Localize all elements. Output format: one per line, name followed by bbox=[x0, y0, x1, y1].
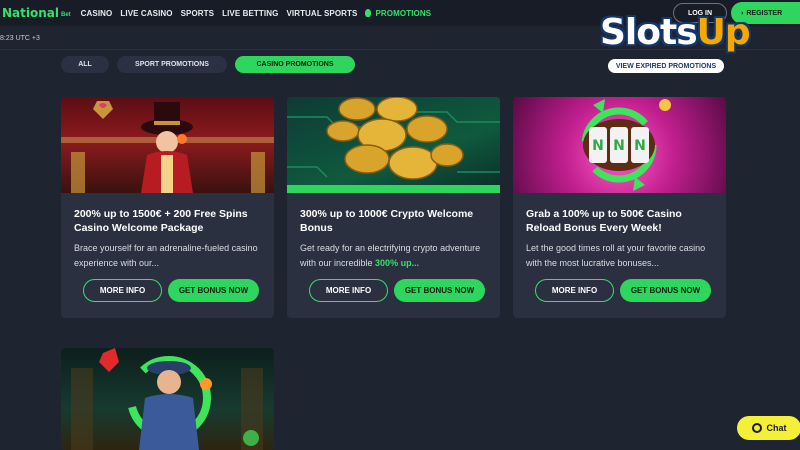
card-description: Get ready for an electrifying crypto adv… bbox=[300, 241, 492, 271]
nav-sports[interactable]: SPORTS bbox=[181, 9, 215, 18]
chat-label: Chat bbox=[766, 423, 787, 433]
nav-live-betting[interactable]: LIVE BETTING bbox=[222, 9, 278, 18]
svg-text:N: N bbox=[613, 138, 625, 154]
brand-logo[interactable]: National Bet bbox=[2, 6, 71, 20]
promo-image-fourth bbox=[61, 348, 274, 450]
card-description-text: Brace yourself for an adrenaline-fueled … bbox=[74, 243, 258, 268]
nav-promotions[interactable]: PROMOTIONS bbox=[365, 9, 431, 18]
svg-text:N: N bbox=[634, 138, 646, 154]
card-description: Let the good times roll at your favorite… bbox=[526, 241, 718, 271]
chat-bubble-icon bbox=[751, 423, 762, 433]
more-info-button[interactable]: MORE INFO bbox=[309, 279, 388, 302]
nav-promotions-label: PROMOTIONS bbox=[375, 8, 432, 18]
captain-illustration bbox=[71, 348, 263, 450]
more-info-button[interactable]: MORE INFO bbox=[83, 279, 162, 302]
chat-button[interactable]: Chat bbox=[737, 416, 800, 440]
promo-card-casino-welcome: 200% up to 1500€ + 200 Free Spins Casino… bbox=[61, 97, 274, 318]
nav-casino[interactable]: CASINO bbox=[81, 9, 113, 18]
card-title: Grab a 100% up to 500€ Casino Reload Bon… bbox=[526, 208, 682, 234]
get-bonus-button[interactable]: GET BONUS NOW bbox=[620, 279, 711, 302]
clock-text: 8:23 UTC +3 bbox=[0, 35, 40, 42]
svg-text:N: N bbox=[592, 138, 604, 154]
nav-live-casino[interactable]: LIVE CASINO bbox=[120, 9, 172, 18]
promo-card-fourth bbox=[61, 348, 274, 450]
card-description-text: Let the good times roll at your favorite… bbox=[526, 243, 706, 268]
promo-card-crypto-welcome: 300% up to 1000€ Crypto Welcome Bonus Ge… bbox=[287, 97, 500, 318]
watermark-text-b: Up bbox=[696, 12, 751, 53]
card-title: 200% up to 1500€ + 200 Free Spins Casino… bbox=[74, 208, 248, 234]
slot-reels-illustration: N N N bbox=[581, 99, 671, 191]
card-description: Brace yourself for an adrenaline-fueled … bbox=[74, 241, 266, 271]
get-bonus-button[interactable]: GET BONUS NOW bbox=[394, 279, 485, 302]
promo-image-crypto-welcome bbox=[287, 97, 500, 193]
slotsup-watermark: SlotsUp VIEW EXPIRED PROMOTIONS bbox=[600, 12, 790, 76]
tab-sport-promotions[interactable]: SPORT PROMOTIONS bbox=[117, 56, 227, 73]
card-description-highlight: 300% up... bbox=[375, 258, 420, 268]
promo-image-casino-reload: N N N bbox=[513, 97, 726, 193]
get-bonus-button[interactable]: GET BONUS NOW bbox=[168, 279, 259, 302]
watermark-logo: SlotsUp bbox=[600, 12, 790, 53]
more-info-button[interactable]: MORE INFO bbox=[535, 279, 614, 302]
brand-sub: Bet bbox=[61, 11, 71, 18]
tab-all[interactable]: ALL bbox=[61, 56, 109, 73]
watermark-text-a: Slots bbox=[600, 12, 698, 53]
promo-tabs: ALL SPORT PROMOTIONS CASINO PROMOTIONS bbox=[61, 56, 363, 73]
flame-icon bbox=[365, 9, 372, 17]
main-nav: CASINO LIVE CASINO SPORTS LIVE BETTING V… bbox=[81, 9, 439, 18]
promo-card-casino-reload: N N N Grab a 100% up to 500€ Casino Relo… bbox=[513, 97, 726, 318]
nav-virtual-sports[interactable]: VIRTUAL SPORTS bbox=[286, 9, 357, 18]
tab-casino-promotions[interactable]: CASINO PROMOTIONS bbox=[235, 56, 355, 73]
view-expired-promotions-button[interactable]: VIEW EXPIRED PROMOTIONS bbox=[608, 59, 724, 73]
card-title: 300% up to 1000€ Crypto Welcome Bonus bbox=[300, 208, 474, 234]
crypto-coins-illustration bbox=[287, 97, 500, 193]
promo-image-casino-welcome bbox=[61, 97, 274, 193]
ringmaster-illustration bbox=[61, 101, 274, 193]
brand-name: National bbox=[2, 6, 59, 20]
